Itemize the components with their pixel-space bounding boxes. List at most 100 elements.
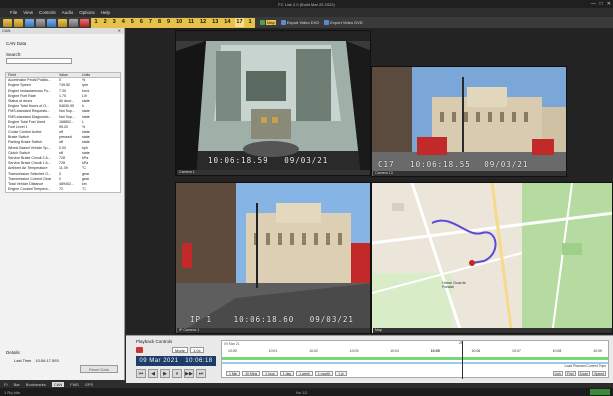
camera-13-view[interactable]: C17 10:06:18.55 09/03/21 Camera 13 bbox=[371, 66, 567, 177]
camera-13-date: 09/03/21 bbox=[484, 160, 529, 169]
timeline-zoom: 1 Min 10 Mins 1 hour 1 day 1 week 1 mont… bbox=[226, 371, 347, 376]
export-video-icon bbox=[280, 20, 286, 25]
map-button[interactable]: Map bbox=[260, 20, 276, 25]
panel-close-icon[interactable]: ✕ bbox=[118, 28, 121, 34]
camera-button-14[interactable]: 14 bbox=[223, 18, 232, 27]
menu-view[interactable]: View bbox=[23, 10, 33, 15]
column-header-field: Field bbox=[8, 73, 16, 77]
camera-button-12[interactable]: 12 bbox=[199, 18, 208, 27]
timeline-tick: 10:02 bbox=[309, 349, 318, 353]
tab-fms[interactable]: FMS bbox=[70, 382, 78, 387]
camera-button-6[interactable]: 6 bbox=[138, 18, 144, 27]
skip-start-button[interactable]: ⏮ bbox=[136, 369, 146, 378]
last-time-label: Last Time bbox=[14, 358, 32, 363]
camera-button-ip1[interactable]: 1 bbox=[247, 18, 253, 27]
play-button[interactable]: ▶ bbox=[160, 369, 170, 378]
tab-can[interactable]: CAN bbox=[51, 381, 65, 387]
layout-icon[interactable] bbox=[47, 18, 56, 27]
record-button[interactable] bbox=[136, 347, 143, 353]
timeline-tick: 10:06 bbox=[471, 349, 481, 353]
camera-button-4[interactable]: 4 bbox=[120, 18, 126, 27]
speed-button[interactable]: Speed bbox=[592, 371, 606, 376]
camera-button-2[interactable]: 2 bbox=[102, 18, 108, 27]
grid-icon[interactable] bbox=[69, 18, 78, 27]
timeline-legend: Load Planned Current Trips bbox=[564, 364, 606, 368]
playback-title: Playback Controls bbox=[136, 339, 173, 344]
mode-select[interactable]: Mode bbox=[172, 347, 189, 353]
camera-button-8[interactable]: 8 bbox=[156, 18, 162, 27]
tab-fi[interactable]: FI bbox=[4, 382, 8, 387]
camera-button-1[interactable]: 1 bbox=[93, 18, 99, 27]
camera-button-7[interactable]: 7 bbox=[147, 18, 153, 27]
export-file-button[interactable]: Export Video DVD bbox=[324, 20, 363, 25]
camera-1-osd: 10:06:18.59 09/03/21 bbox=[190, 156, 328, 165]
camera-button-3[interactable]: 3 bbox=[111, 18, 117, 27]
camera-button-11[interactable]: 11 bbox=[187, 18, 196, 27]
fast-forward-button[interactable]: ▶▶ bbox=[184, 369, 194, 378]
zoom-1-hour[interactable]: 1 hour bbox=[262, 371, 278, 376]
timeline-tick: 10:03 bbox=[349, 349, 359, 353]
panel-tabs: FI Bar Bookmarks CAN FMS GPS bbox=[0, 380, 125, 388]
camera-button-10[interactable]: 10 bbox=[175, 18, 184, 27]
last-time-value: 10:06:17.593 bbox=[35, 358, 59, 363]
map-view[interactable]: Horse Guards Parade Map bbox=[371, 182, 613, 334]
search-input[interactable] bbox=[6, 58, 72, 64]
status-indicator bbox=[590, 389, 610, 395]
panel-header: CAN ✕ bbox=[0, 28, 124, 34]
timeline[interactable]: 09 Mar 21 10:00 10:01 10:02 10:03 10:04 … bbox=[221, 340, 609, 379]
zoom-1-min[interactable]: 1 Min bbox=[226, 371, 241, 376]
video-area: 10:06:18.59 09/03/21 Camera 1 C17 10:06:… bbox=[126, 28, 613, 334]
zoom-1-day[interactable]: 1 day bbox=[279, 371, 295, 376]
zoom-1-week[interactable]: 1 week bbox=[296, 371, 313, 376]
timeline-data-track bbox=[222, 362, 608, 364]
reset-data-button[interactable]: Reset Data bbox=[80, 365, 118, 373]
skip-end-button[interactable]: ⏭ bbox=[196, 369, 206, 378]
menu-audio[interactable]: Audio bbox=[62, 10, 74, 15]
zoom-10-mins[interactable]: 10 Mins bbox=[242, 371, 261, 376]
menu-file[interactable]: File bbox=[10, 10, 17, 15]
camera-button-5[interactable]: 5 bbox=[129, 18, 135, 27]
maximize-button[interactable]: □ bbox=[600, 1, 603, 7]
export-video-button[interactable]: Export Video DVD bbox=[280, 20, 319, 25]
settings-icon[interactable] bbox=[36, 18, 45, 27]
camera-button-9[interactable]: 9 bbox=[166, 18, 172, 27]
tab-bar[interactable]: Bar bbox=[14, 382, 20, 387]
menu-help[interactable]: Help bbox=[101, 10, 110, 15]
camera-1-view[interactable]: 10:06:18.59 09/03/21 Camera 1 bbox=[175, 30, 371, 176]
zoom-button[interactable]: Zoom bbox=[577, 371, 591, 376]
pause-button[interactable]: ⏸ bbox=[172, 369, 182, 378]
zoom-1-yr[interactable]: 1 yr bbox=[335, 371, 347, 376]
camera-button-13[interactable]: 13 bbox=[211, 18, 220, 27]
timeline-cursor[interactable]: 25 bbox=[459, 341, 463, 379]
camera-1-date: 09/03/21 bbox=[284, 156, 329, 165]
camera-icon[interactable] bbox=[58, 18, 67, 27]
step-back-button[interactable]: ◀ bbox=[148, 369, 158, 378]
can-data-panel: CAN ✕ CAN Data Search: Field Value Units Ac… bbox=[0, 28, 125, 383]
close-button[interactable]: ✕ bbox=[607, 1, 611, 7]
ip-camera-1-id: IP 1 bbox=[190, 315, 213, 324]
rate-select[interactable]: 1.0x bbox=[190, 347, 204, 353]
minimize-button[interactable]: — bbox=[591, 1, 596, 7]
window-controls: — □ ✕ bbox=[591, 0, 611, 8]
open-file-icon[interactable] bbox=[14, 18, 23, 27]
find-button[interactable]: Find bbox=[564, 371, 576, 376]
menu-options[interactable]: Options bbox=[79, 10, 95, 15]
ip-camera-1-view[interactable]: IP 1 10:06:18.60 09/03/21 IP Camera 1 bbox=[175, 182, 371, 334]
record-icon[interactable] bbox=[80, 18, 89, 27]
open-folder-icon[interactable] bbox=[3, 18, 12, 27]
menu-controls[interactable]: Controls bbox=[39, 10, 56, 15]
save-icon[interactable] bbox=[25, 18, 34, 27]
table-row[interactable]: Engine Coolant Tempera... 72 °C bbox=[6, 187, 120, 192]
zoom-1-month[interactable]: 1 month bbox=[314, 371, 334, 376]
link-button[interactable]: Link bbox=[552, 371, 563, 376]
ip-camera-1-date: 09/03/21 bbox=[309, 315, 354, 324]
playback-datetime[interactable]: 09 Mar 2021 10:06:18 bbox=[136, 356, 216, 366]
tab-gps[interactable]: GPS bbox=[85, 382, 93, 387]
camera-button-17[interactable]: 17 bbox=[234, 18, 245, 27]
timeline-video-track bbox=[222, 357, 608, 360]
timeline-tick: 10:01 bbox=[268, 349, 278, 353]
tab-bookmarks[interactable]: Bookmarks bbox=[26, 382, 46, 387]
export-file-label: Export Video DVD bbox=[330, 20, 363, 25]
ip-camera-1-osd: IP 1 10:06:18.60 09/03/21 bbox=[190, 315, 354, 324]
column-header-value: Value bbox=[59, 73, 68, 77]
